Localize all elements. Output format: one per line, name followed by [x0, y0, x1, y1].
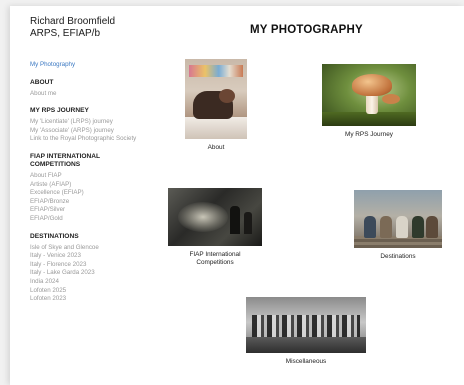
- sidebar-link-florence-2023[interactable]: Italy - Florence 2023: [30, 261, 140, 270]
- gallery-caption-about: About: [207, 144, 225, 151]
- sidebar-link-rps-site[interactable]: Link to the Royal Photographic Society: [30, 135, 140, 144]
- gallery-caption-miscellaneous: Miscellaneous: [285, 358, 327, 365]
- gallery-caption-destinations: Destinations: [380, 253, 416, 260]
- sidebar-heading-fiap: FIAP INTERNATIONAL COMPETITIONS: [30, 152, 100, 168]
- photo-group-black-white-icon: [246, 297, 366, 353]
- page-container: Richard Broomfield ARPS, EFIAP/b MY PHOT…: [10, 6, 464, 385]
- sidebar-link-my-photography[interactable]: My Photography: [30, 61, 140, 70]
- sidebar-heading-destinations: DESTINATIONS: [30, 232, 79, 240]
- site-name-line2: ARPS, EFIAP/b: [30, 28, 101, 39]
- sidebar-link-afiap[interactable]: Artiste (AFIAP): [30, 181, 140, 190]
- photo-child-sleeping-icon: [185, 59, 247, 139]
- sidebar-link-about-fiap[interactable]: About FIAP: [30, 172, 140, 181]
- photo-group-on-steps-icon: [354, 190, 442, 248]
- site-name[interactable]: Richard Broomfield ARPS, EFIAP/b: [30, 16, 115, 40]
- gallery-tile-fiap[interactable]: FIAP International Competitions: [160, 188, 270, 266]
- sidebar-nav: My Photography ABOUT About me MY RPS JOU…: [30, 61, 140, 304]
- sidebar-link-lake-garda-2023[interactable]: Italy - Lake Garda 2023: [30, 269, 140, 278]
- sidebar-heading-about: ABOUT: [30, 78, 54, 86]
- gallery-tile-about[interactable]: About: [180, 59, 252, 152]
- gallery-tile-destinations[interactable]: Destinations: [346, 190, 450, 261]
- sidebar-link-about-me[interactable]: About me: [30, 90, 140, 99]
- sidebar-link-efiap-bronze[interactable]: EFIAP/Bronze: [30, 198, 140, 207]
- sidebar-heading-rps-journey: MY RPS JOURNEY: [30, 107, 89, 115]
- sidebar-link-efiap-silver[interactable]: EFIAP/Silver: [30, 206, 140, 215]
- site-name-line1: Richard Broomfield: [30, 16, 116, 27]
- sidebar-link-lrps-journey[interactable]: My 'Licentiate' (LRPS) journey: [30, 118, 140, 127]
- sidebar-link-efiap-gold[interactable]: EFIAP/Gold: [30, 215, 140, 224]
- sidebar-link-arps-journey[interactable]: My 'Associate' (ARPS) journey: [30, 127, 140, 136]
- gallery-tile-miscellaneous[interactable]: Miscellaneous: [236, 297, 376, 366]
- sidebar-link-efiap[interactable]: Excellence (EFIAP): [30, 189, 140, 198]
- sidebar-link-venice-2023[interactable]: Italy - Venice 2023: [30, 252, 140, 261]
- photo-smoky-figures-icon: [168, 188, 262, 246]
- photo-mushroom-icon: [322, 64, 416, 126]
- page-title: MY PHOTOGRAPHY: [250, 24, 363, 36]
- sidebar-link-india-2024[interactable]: India 2024: [30, 278, 140, 287]
- sidebar-link-lofoten-2025[interactable]: Lofoten 2025: [30, 287, 140, 296]
- sidebar-link-lofoten-2023[interactable]: Lofoten 2023: [30, 295, 140, 304]
- gallery-caption-rps-journey: My RPS Journey: [345, 131, 393, 138]
- gallery-caption-fiap: FIAP International Competitions: [189, 251, 241, 266]
- sidebar-link-skye-glencoe[interactable]: Isle of Skye and Glencoe: [30, 244, 140, 253]
- gallery-tile-rps-journey[interactable]: My RPS Journey: [314, 64, 424, 139]
